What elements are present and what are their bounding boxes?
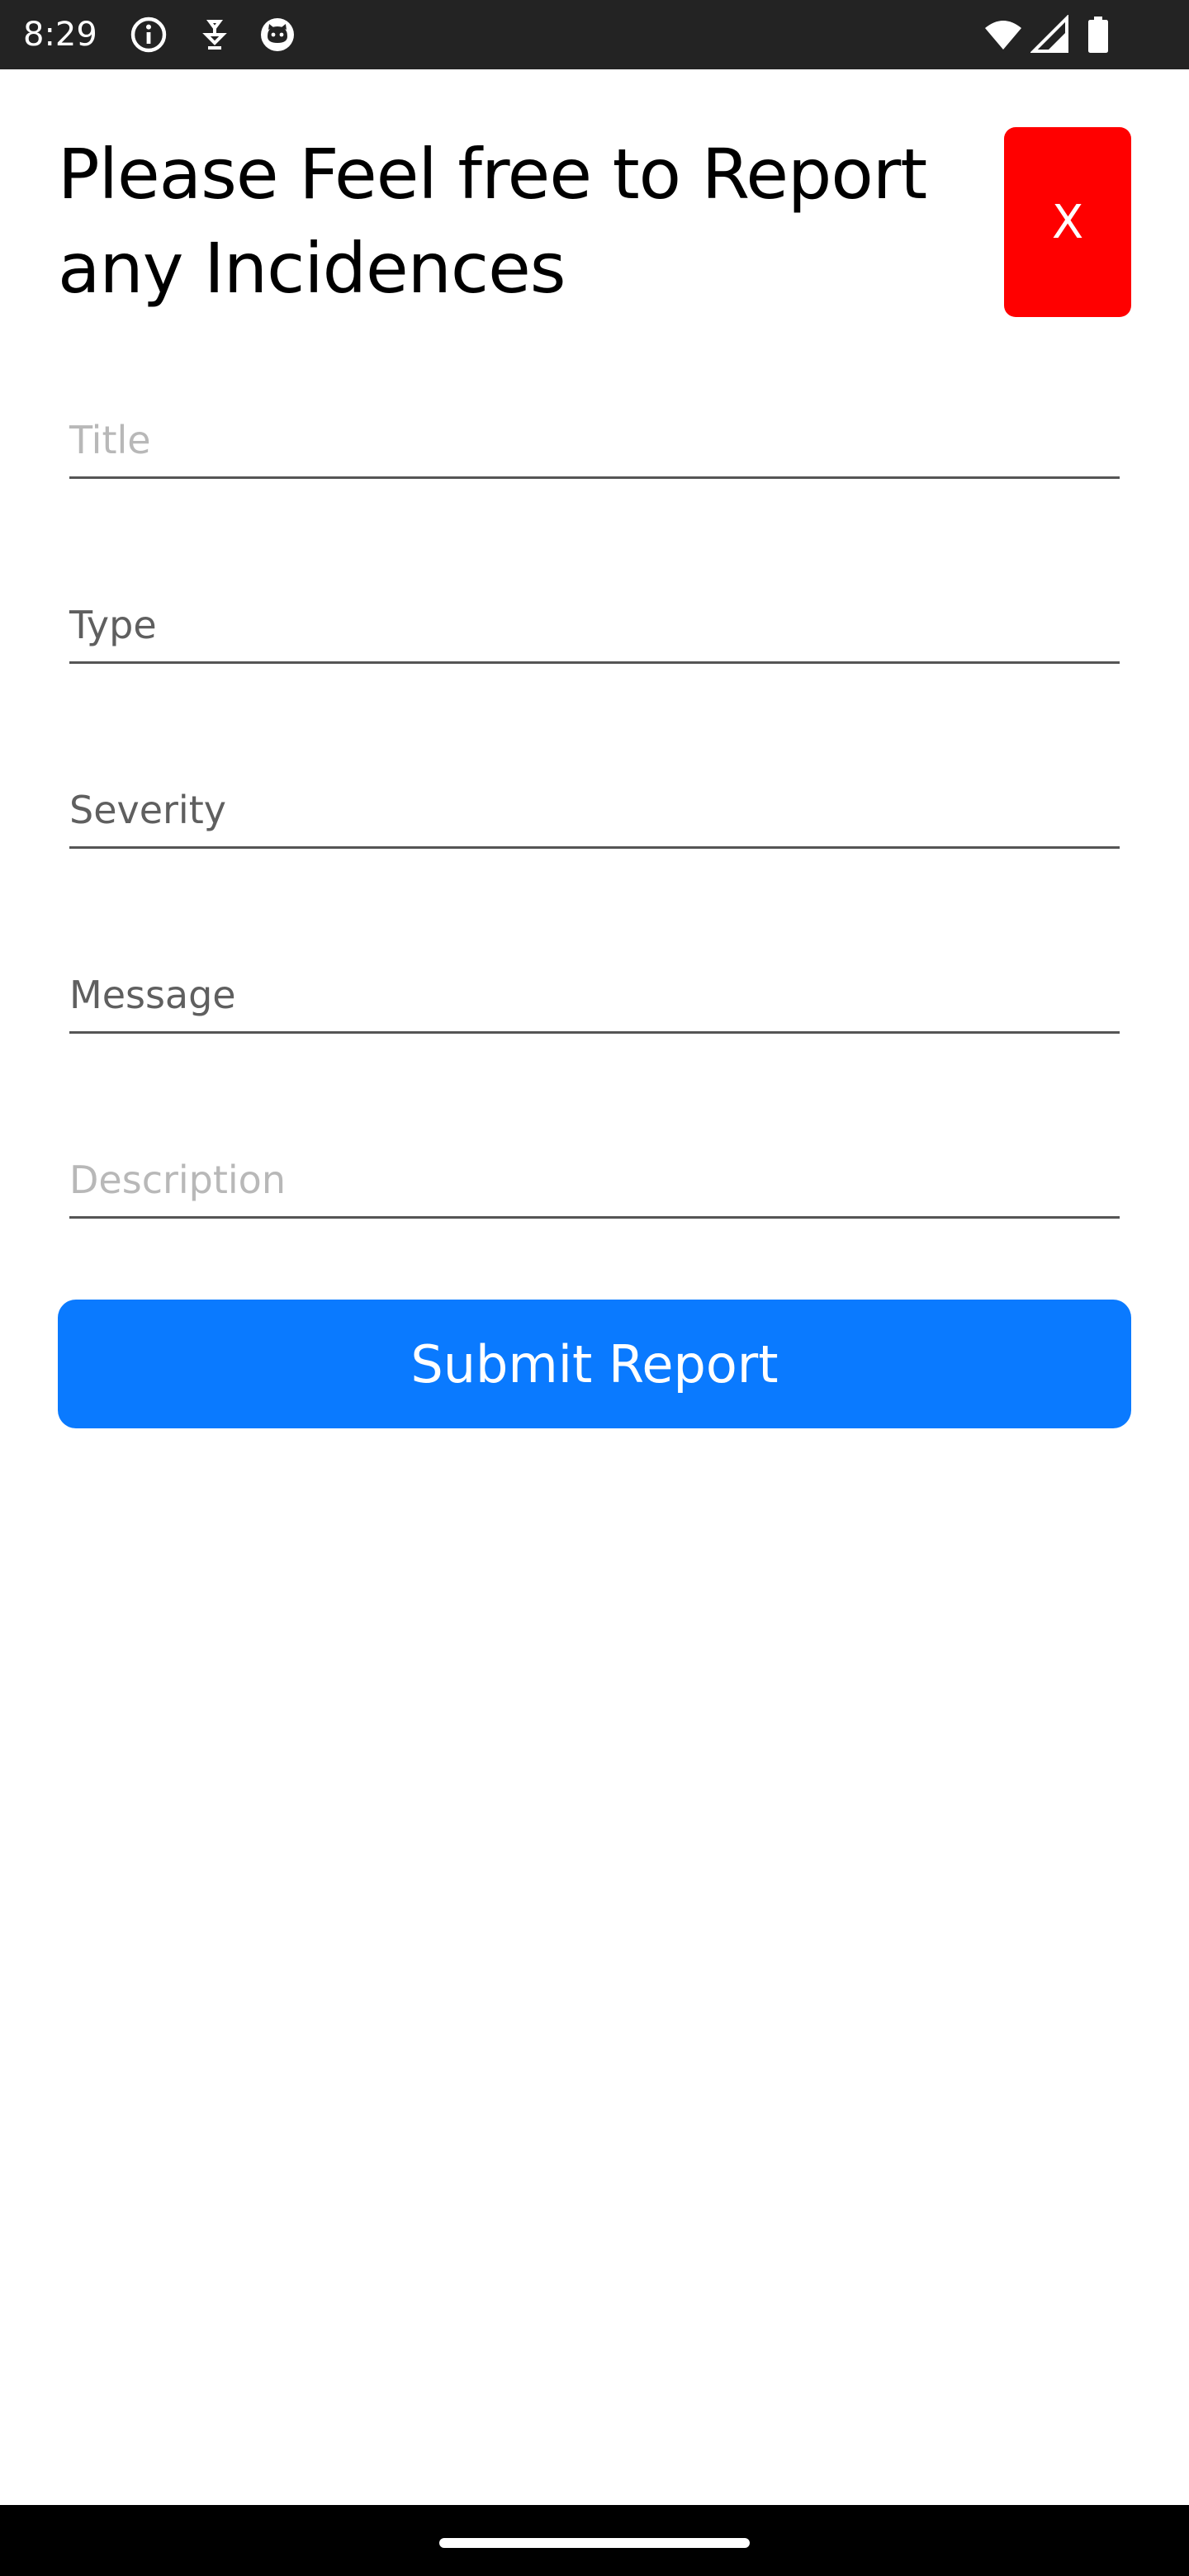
header: Please Feel free to Report any Incidence…: [58, 127, 966, 315]
title-field-placeholder: Title: [69, 418, 151, 462]
type-field-label: Type: [69, 603, 157, 647]
message-field-label: Message: [69, 973, 236, 1017]
description-field-placeholder: Description: [69, 1158, 286, 1202]
status-time: 8:29: [23, 16, 97, 54]
cat-icon: [258, 15, 297, 54]
severity-field-label: Severity: [69, 788, 226, 832]
navigation-bar: [0, 2505, 1189, 2576]
wifi-icon: [981, 15, 1026, 54]
severity-field[interactable]: Severity: [69, 766, 1120, 849]
battery-icon: [1082, 15, 1115, 54]
submit-report-button[interactable]: Submit Report: [58, 1300, 1131, 1428]
download-icon: [195, 15, 234, 54]
home-indicator[interactable]: [439, 2538, 750, 2548]
status-bar: 8:29: [0, 0, 1189, 69]
close-button[interactable]: X: [1004, 127, 1131, 317]
description-field[interactable]: Description: [69, 1136, 1120, 1219]
signal-icon: [1030, 15, 1070, 54]
page-title: Please Feel free to Report any Incidence…: [58, 134, 927, 309]
message-field[interactable]: Message: [69, 951, 1120, 1034]
title-field[interactable]: Title: [69, 396, 1120, 479]
type-field[interactable]: Type: [69, 581, 1120, 664]
info-icon: [129, 15, 168, 54]
